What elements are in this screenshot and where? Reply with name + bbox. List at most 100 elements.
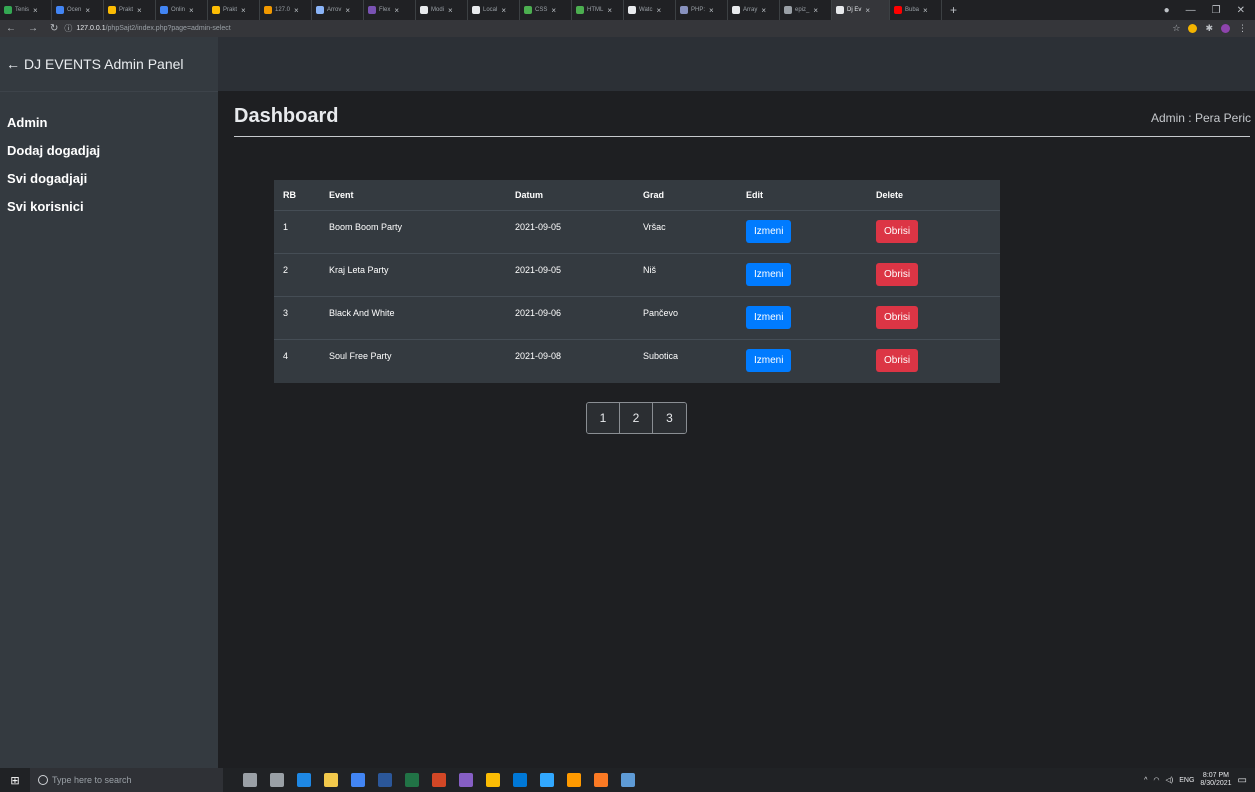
windows-start-icon[interactable]: ⊞	[0, 774, 30, 787]
sidebar-item-dodaj-dogadjaj[interactable]: Dodaj dogadjaj	[0, 137, 218, 165]
tab-favicon-icon	[732, 6, 740, 14]
tab-close-icon[interactable]: ×	[607, 6, 612, 15]
edit-button[interactable]: Izmeni	[746, 349, 792, 372]
browser-tab[interactable]: Modi ×	[416, 0, 468, 20]
powerpoint-icon[interactable]	[432, 773, 446, 787]
system-tray: ^ ◠ ◁) ENG 8:07 PM 8/30/2021 ▭	[1144, 772, 1255, 788]
network-icon[interactable]: ◠	[1153, 776, 1159, 784]
browser-tab[interactable]: Ocen ×	[52, 0, 104, 20]
reload-icon[interactable]: ↻	[44, 23, 64, 34]
tab-close-icon[interactable]: ×	[813, 6, 818, 15]
vscode-icon[interactable]	[513, 773, 527, 787]
notifications-icon[interactable]: ▭	[1238, 775, 1247, 786]
forward-icon[interactable]: →	[22, 23, 44, 34]
browser-tab[interactable]: epiz_ ×	[780, 0, 832, 20]
sidebar-item-admin[interactable]: Admin	[0, 109, 218, 137]
sidebar-brand[interactable]: ← DJ EVENTS Admin Panel	[0, 37, 218, 92]
url-field[interactable]: 127.0.0.1/phpSajt2/index.php?page=admin-…	[76, 25, 230, 32]
new-tab-button[interactable]: +	[942, 3, 965, 17]
edit-button[interactable]: Izmeni	[746, 306, 792, 329]
rss-extension-icon[interactable]	[1188, 24, 1198, 33]
xampp-icon[interactable]	[594, 773, 608, 787]
page-link-1[interactable]: 1	[587, 403, 620, 433]
volume-icon[interactable]: ◁)	[1166, 776, 1174, 784]
delete-button[interactable]: Obrisi	[876, 220, 919, 243]
tab-close-icon[interactable]: ×	[345, 6, 350, 15]
browser-tab[interactable]: Arrov ×	[312, 0, 364, 20]
chrome-icon[interactable]	[486, 773, 500, 787]
tab-close-icon[interactable]: ×	[865, 6, 870, 15]
tab-close-icon[interactable]: ×	[923, 6, 928, 15]
store-icon[interactable]	[351, 773, 365, 787]
browser-tab[interactable]: Prakt ×	[104, 0, 156, 20]
tab-label: Modi	[431, 7, 445, 13]
edge-icon[interactable]	[297, 773, 311, 787]
browser-tab[interactable]: PHP: ×	[676, 0, 728, 20]
browser-tab[interactable]: CSS ×	[520, 0, 572, 20]
tab-favicon-icon	[56, 6, 64, 14]
edit-button[interactable]: Izmeni	[746, 263, 792, 286]
browser-tab-bar: Tenis × Ocen × Prakt × Onlin × Prakt × 127.0 × Arrov…	[0, 0, 1255, 20]
illustrator-icon[interactable]	[567, 773, 581, 787]
delete-button[interactable]: Obrisi	[876, 263, 919, 286]
tab-close-icon[interactable]: ×	[394, 6, 399, 15]
browser-tab[interactable]: Onlin ×	[156, 0, 208, 20]
browser-tab[interactable]: Buba ×	[890, 0, 942, 20]
puzzle-icon[interactable]: ✱	[1205, 23, 1213, 34]
browser-tab[interactable]: Watc ×	[624, 0, 676, 20]
photoshop-icon[interactable]	[540, 773, 554, 787]
profile-icon[interactable]: ●	[1164, 5, 1170, 16]
back-icon[interactable]: ←	[0, 23, 22, 34]
tab-close-icon[interactable]: ×	[501, 6, 506, 15]
tray-chevron-icon[interactable]: ^	[1144, 777, 1147, 784]
delete-button[interactable]: Obrisi	[876, 349, 919, 372]
tab-close-icon[interactable]: ×	[85, 6, 90, 15]
language-indicator[interactable]: ENG	[1179, 777, 1194, 784]
close-window-icon[interactable]: ✕	[1237, 5, 1245, 16]
tab-close-icon[interactable]: ×	[448, 6, 453, 15]
browser-tab[interactable]: 127.0 ×	[260, 0, 312, 20]
tab-close-icon[interactable]: ×	[656, 6, 661, 15]
cell-grad: Subotica	[634, 339, 737, 383]
mic-icon[interactable]	[243, 773, 257, 787]
tab-close-icon[interactable]: ×	[189, 6, 194, 15]
browser-tab[interactable]: Tenis ×	[0, 0, 52, 20]
star-icon[interactable]: ☆	[1172, 23, 1180, 34]
edit-button[interactable]: Izmeni	[746, 220, 792, 243]
browser-tab[interactable]: HTML ×	[572, 0, 624, 20]
tab-close-icon[interactable]: ×	[709, 6, 714, 15]
file-explorer-icon[interactable]	[324, 773, 338, 787]
task-view-icon[interactable]	[270, 773, 284, 787]
tab-close-icon[interactable]: ×	[294, 6, 299, 15]
profile-avatar-icon[interactable]	[1221, 24, 1230, 33]
app-icon[interactable]	[621, 773, 635, 787]
browser-tab[interactable]: Local ×	[468, 0, 520, 20]
browser-tab[interactable]: Dj Ev ×	[832, 0, 890, 20]
table-row: 3 Black And White 2021-09-06 Pančevo Izm…	[274, 296, 1000, 340]
tab-close-icon[interactable]: ×	[33, 6, 38, 15]
taskbar-search-input[interactable]: Type here to search	[30, 768, 223, 792]
cell-edit: Izmeni	[737, 339, 867, 383]
tab-close-icon[interactable]: ×	[761, 6, 766, 15]
minimize-icon[interactable]: —	[1186, 5, 1196, 16]
sidebar-item-svi-dogadjaji[interactable]: Svi dogadjaji	[0, 165, 218, 193]
menu-dots-icon[interactable]: ⋮	[1238, 23, 1247, 34]
clock[interactable]: 8:07 PM 8/30/2021	[1200, 772, 1231, 788]
page-link-2[interactable]: 2	[620, 403, 653, 433]
tab-label: Dj Ev	[847, 7, 862, 13]
page-link-3[interactable]: 3	[653, 403, 686, 433]
browser-tab[interactable]: Prakt ×	[208, 0, 260, 20]
excel-icon[interactable]	[405, 773, 419, 787]
sidebar-item-svi-korisnici[interactable]: Svi korisnici	[0, 193, 218, 221]
tab-close-icon[interactable]: ×	[241, 6, 246, 15]
browser-tab[interactable]: Array ×	[728, 0, 780, 20]
tab-close-icon[interactable]: ×	[551, 6, 556, 15]
page: ← DJ EVENTS Admin Panel Admin Dodaj doga…	[0, 37, 1255, 768]
delete-button[interactable]: Obrisi	[876, 306, 919, 329]
tab-close-icon[interactable]: ×	[137, 6, 142, 15]
browser-tab[interactable]: Flex ×	[364, 0, 416, 20]
word-icon[interactable]	[378, 773, 392, 787]
site-info-icon[interactable]: ⓘ	[64, 23, 72, 34]
visual-studio-icon[interactable]	[459, 773, 473, 787]
maximize-icon[interactable]: ❐	[1212, 5, 1221, 16]
